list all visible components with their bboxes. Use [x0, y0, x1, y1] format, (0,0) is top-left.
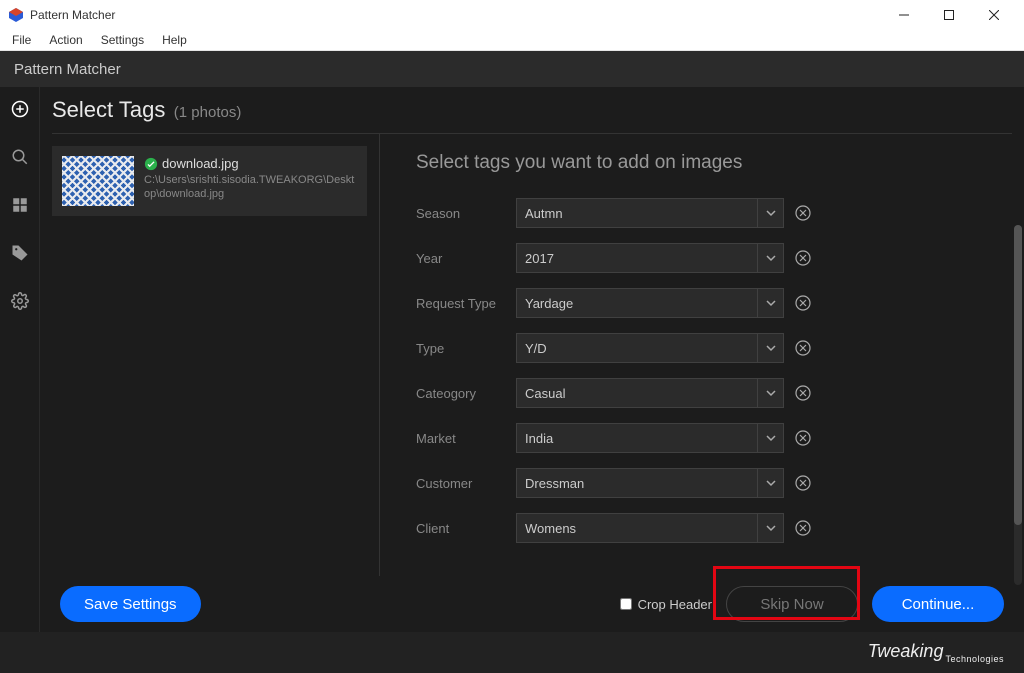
select-caret[interactable] — [758, 423, 784, 453]
select-type[interactable]: Y/D — [516, 333, 758, 363]
close-circle-icon — [795, 475, 811, 491]
window-minimize-button[interactable] — [881, 0, 926, 29]
close-circle-icon — [795, 385, 811, 401]
page-title: Select Tags — [52, 97, 165, 122]
app-title: Pattern Matcher — [14, 61, 121, 78]
bottom-bar: Save Settings Crop Header Skip Now Conti… — [40, 576, 1024, 632]
close-circle-icon — [795, 205, 811, 221]
save-settings-button[interactable]: Save Settings — [60, 586, 201, 622]
rail-grid-button[interactable] — [8, 193, 32, 217]
file-name: download.jpg — [162, 156, 239, 171]
crop-header-checkbox[interactable]: Crop Header — [620, 597, 712, 612]
window-maximize-button[interactable] — [926, 0, 971, 29]
chevron-down-icon — [766, 433, 776, 443]
app-header: Pattern Matcher — [0, 51, 1024, 87]
chevron-down-icon — [766, 253, 776, 263]
form-row: Request TypeYardage — [416, 288, 1000, 318]
clear-button[interactable] — [794, 474, 812, 492]
close-circle-icon — [795, 250, 811, 266]
form-row: MarketIndia — [416, 423, 1000, 453]
scrollbar-thumb[interactable] — [1014, 225, 1022, 525]
form-label: Customer — [416, 476, 516, 491]
rail-add-button[interactable] — [8, 97, 32, 121]
select-caret[interactable] — [758, 288, 784, 318]
rail-settings-button[interactable] — [8, 289, 32, 313]
select-client[interactable]: Womens — [516, 513, 758, 543]
tag-form: Select tags you want to add on images Se… — [380, 134, 1024, 576]
crop-header-label: Crop Header — [638, 597, 712, 612]
form-row: CustomerDressman — [416, 468, 1000, 498]
window-title: Pattern Matcher — [30, 8, 881, 22]
select-caret[interactable] — [758, 378, 784, 408]
form-label: Season — [416, 206, 516, 221]
file-list: download.jpg C:\Users\srishti.sisodia.TW… — [40, 134, 380, 576]
clear-button[interactable] — [794, 339, 812, 357]
clear-button[interactable] — [794, 294, 812, 312]
close-circle-icon — [795, 340, 811, 356]
crop-header-input[interactable] — [620, 598, 632, 610]
close-circle-icon — [795, 430, 811, 446]
clear-button[interactable] — [794, 519, 812, 537]
menu-action[interactable]: Action — [43, 31, 88, 49]
file-path: C:\Users\srishti.sisodia.TWEAKORG\Deskto… — [144, 173, 357, 202]
clear-button[interactable] — [794, 429, 812, 447]
scrollbar-track[interactable] — [1014, 225, 1022, 585]
file-thumbnail — [62, 156, 134, 206]
window-titlebar: Pattern Matcher — [0, 0, 1024, 29]
menu-help[interactable]: Help — [156, 31, 193, 49]
chevron-down-icon — [766, 523, 776, 533]
side-rail — [0, 87, 40, 632]
select-market[interactable]: India — [516, 423, 758, 453]
chevron-down-icon — [766, 208, 776, 218]
select-request type[interactable]: Yardage — [516, 288, 758, 318]
form-label: Client — [416, 521, 516, 536]
chevron-down-icon — [766, 388, 776, 398]
select-customer[interactable]: Dressman — [516, 468, 758, 498]
select-caret[interactable] — [758, 243, 784, 273]
rail-search-button[interactable] — [8, 145, 32, 169]
clear-button[interactable] — [794, 249, 812, 267]
chevron-down-icon — [766, 343, 776, 353]
menu-file[interactable]: File — [6, 31, 37, 49]
chevron-down-icon — [766, 298, 776, 308]
form-row: SeasonAutmn — [416, 198, 1000, 228]
menu-settings[interactable]: Settings — [95, 31, 150, 49]
skip-now-button[interactable]: Skip Now — [726, 586, 858, 622]
form-label: Cateogory — [416, 386, 516, 401]
rail-tags-button[interactable] — [8, 241, 32, 265]
form-heading: Select tags you want to add on images — [416, 152, 1000, 174]
select-caret[interactable] — [758, 513, 784, 543]
select-caret[interactable] — [758, 333, 784, 363]
page-header: Select Tags (1 photos) — [40, 87, 1024, 129]
form-row: TypeY/D — [416, 333, 1000, 363]
footer: TweakingTechnologies — [0, 632, 1024, 673]
select-season[interactable]: Autmn — [516, 198, 758, 228]
check-circle-icon — [144, 157, 158, 171]
select-year[interactable]: 2017 — [516, 243, 758, 273]
window-close-button[interactable] — [971, 0, 1016, 29]
close-circle-icon — [795, 295, 811, 311]
select-cateogory[interactable]: Casual — [516, 378, 758, 408]
form-label: Year — [416, 251, 516, 266]
app-logo-icon — [8, 7, 24, 23]
form-label: Type — [416, 341, 516, 356]
form-row: ClientWomens — [416, 513, 1000, 543]
clear-button[interactable] — [794, 384, 812, 402]
form-row: Year2017 — [416, 243, 1000, 273]
file-item[interactable]: download.jpg C:\Users\srishti.sisodia.TW… — [52, 146, 367, 216]
select-caret[interactable] — [758, 468, 784, 498]
select-caret[interactable] — [758, 198, 784, 228]
form-label: Market — [416, 431, 516, 446]
form-row: CateogoryCasual — [416, 378, 1000, 408]
form-label: Request Type — [416, 296, 516, 311]
brand-logo: TweakingTechnologies — [868, 641, 1004, 664]
page-subtitle: (1 photos) — [174, 104, 242, 121]
menu-bar: File Action Settings Help — [0, 29, 1024, 51]
close-circle-icon — [795, 520, 811, 536]
chevron-down-icon — [766, 478, 776, 488]
continue-button[interactable]: Continue... — [872, 586, 1004, 622]
clear-button[interactable] — [794, 204, 812, 222]
